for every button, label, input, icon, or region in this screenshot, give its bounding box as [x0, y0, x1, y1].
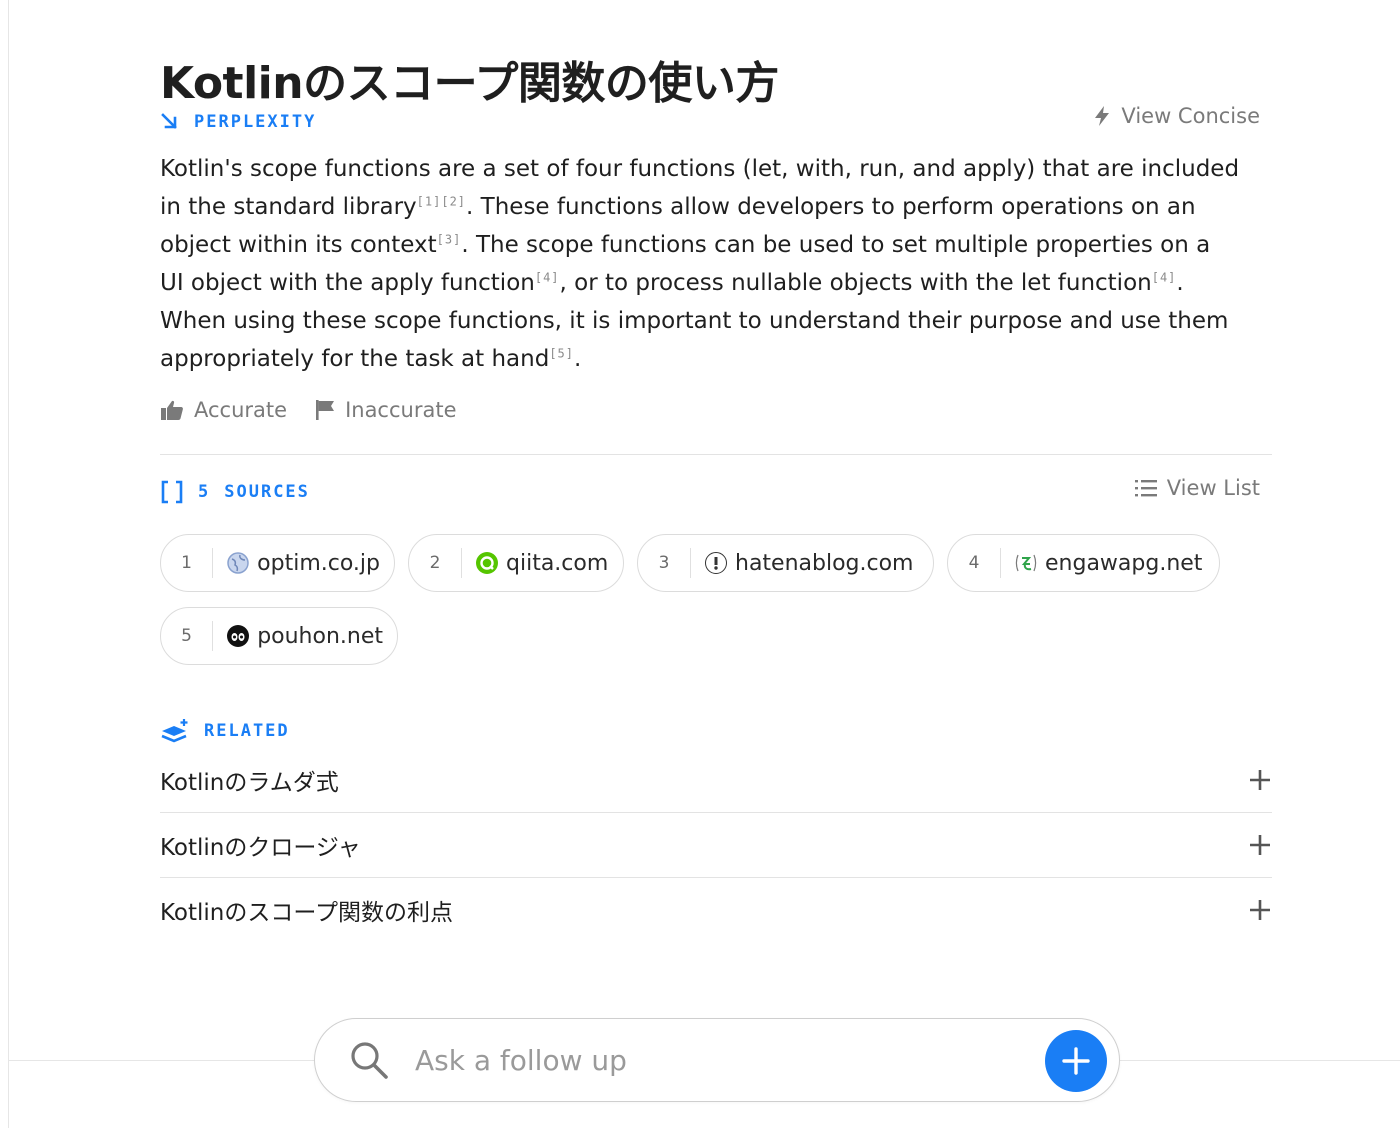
- hatena-icon: [705, 552, 727, 574]
- citation-link[interactable]: [4]: [1152, 270, 1177, 284]
- related-label-text: RELATED: [204, 721, 290, 741]
- source-domain: hatenablog.com: [735, 550, 914, 576]
- source-chip-3[interactable]: 3 hatenablog.com: [637, 534, 934, 592]
- perplexity-label-text: PERPLEXITY: [194, 112, 317, 132]
- feedback-bar: Accurate Inaccurate: [160, 398, 485, 422]
- source-number: 1: [161, 548, 214, 578]
- submit-button[interactable]: [1045, 1030, 1107, 1092]
- sources-label-text: SOURCES: [224, 482, 310, 502]
- citation-link[interactable]: [5]: [549, 346, 574, 360]
- related-item[interactable]: Kotlinのラムダ式: [160, 748, 1272, 813]
- search-icon: [349, 1040, 389, 1080]
- citation-link[interactable]: [2]: [441, 194, 466, 208]
- related-label: RELATED: [160, 718, 290, 744]
- related-item[interactable]: Kotlinのクロージャ: [160, 813, 1272, 878]
- arrow-down-right-icon: [160, 112, 180, 132]
- source-chip-1[interactable]: 1 optim.co.jp: [160, 534, 395, 592]
- view-list-label: View List: [1166, 476, 1260, 500]
- view-concise-button[interactable]: View Concise: [1093, 104, 1260, 128]
- layers-plus-icon: [160, 718, 190, 744]
- left-border: [8, 0, 9, 1128]
- sources-count: 5: [198, 482, 211, 502]
- source-chip-5[interactable]: 5 pouhon.net: [160, 607, 398, 665]
- related-list: Kotlinのラムダ式 Kotlinのクロージャ Kotlinのスコープ関数の利…: [160, 748, 1272, 942]
- citation-link[interactable]: [3]: [437, 232, 462, 246]
- divider: [160, 454, 1272, 455]
- source-domain: optim.co.jp: [257, 550, 380, 576]
- inaccurate-label: Inaccurate: [345, 398, 457, 422]
- accurate-label: Accurate: [194, 398, 288, 422]
- source-chip-2[interactable]: 2 qiita.com: [408, 534, 624, 592]
- related-question: Kotlinのクロージャ: [160, 835, 361, 861]
- sources-label: 5 SOURCES: [160, 480, 310, 504]
- ask-follow-up-input[interactable]: [413, 1042, 1017, 1078]
- list-icon: [1134, 479, 1157, 497]
- source-chip-4[interactable]: 4 engawapg.net: [947, 534, 1220, 592]
- view-list-button[interactable]: View List: [1134, 476, 1260, 500]
- thumbs-up-icon: [160, 399, 184, 421]
- view-concise-label: View Concise: [1121, 104, 1260, 128]
- source-number: 2: [409, 548, 462, 578]
- source-domain: engawapg.net: [1045, 550, 1203, 576]
- ask-follow-up-bar: [314, 1018, 1120, 1102]
- accurate-button[interactable]: Accurate: [160, 398, 287, 422]
- perplexity-label: PERPLEXITY: [160, 112, 316, 132]
- flag-icon: [315, 399, 335, 421]
- lightning-icon: [1093, 105, 1111, 127]
- plus-icon[interactable]: [1248, 894, 1272, 926]
- citation-link[interactable]: [4]: [535, 270, 560, 284]
- engawa-icon: [1015, 552, 1037, 574]
- related-question: Kotlinのスコープ関数の利点: [160, 900, 454, 926]
- source-number: 5: [161, 621, 214, 651]
- answer-sentence: , or to process nullable objects with th…: [559, 270, 1152, 296]
- related-item[interactable]: Kotlinのスコープ関数の利点: [160, 878, 1272, 942]
- source-domain: qiita.com: [506, 550, 609, 576]
- source-domain: pouhon.net: [257, 623, 383, 649]
- pouhon-icon: [227, 625, 250, 647]
- qiita-icon: [476, 552, 498, 574]
- plus-icon: [1061, 1046, 1091, 1076]
- page-title: Kotlinのスコープ関数の使い方: [160, 58, 779, 110]
- related-question: Kotlinのラムダ式: [160, 770, 339, 796]
- source-number: 4: [948, 548, 1001, 578]
- plus-icon[interactable]: [1248, 829, 1272, 861]
- brackets-icon: [160, 480, 184, 504]
- source-number: 3: [638, 548, 691, 578]
- plus-icon[interactable]: [1248, 764, 1272, 796]
- citation-link[interactable]: [1]: [417, 194, 442, 208]
- answer-sentence: .: [574, 346, 582, 372]
- globe-icon: [227, 552, 249, 574]
- answer-text: Kotlin's scope functions are a set of fo…: [160, 150, 1240, 378]
- inaccurate-button[interactable]: Inaccurate: [315, 398, 457, 422]
